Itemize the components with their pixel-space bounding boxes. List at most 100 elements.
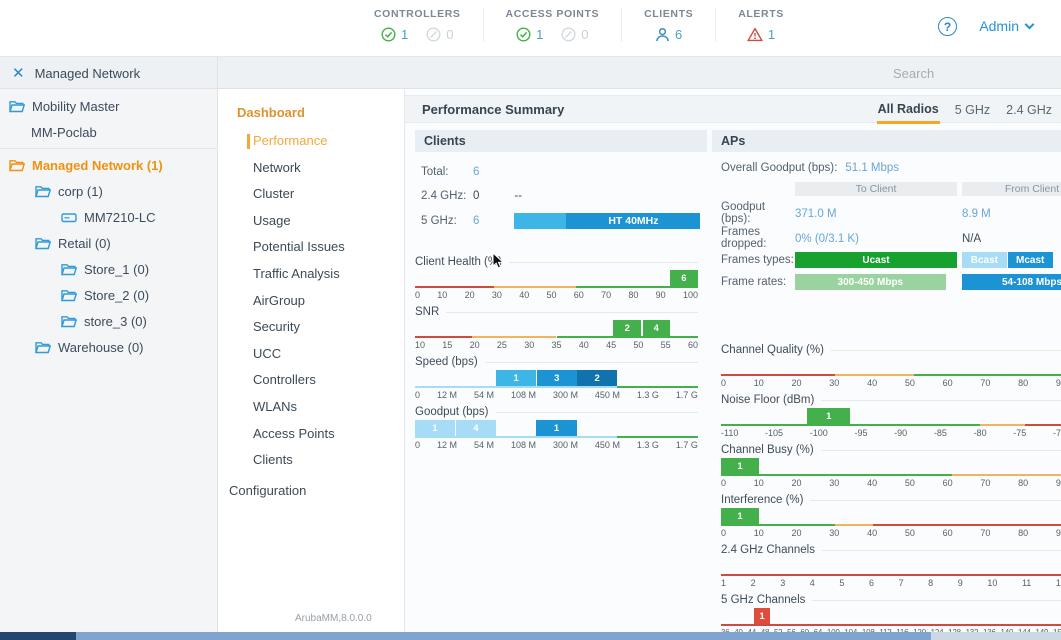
nav-item-controllers[interactable]: Controllers [218,367,404,394]
chart-title: Client Health (%) [415,256,502,268]
chart-tick-labels: -110-105-100-95-90-85-80-75-70 [721,428,1061,438]
nav-item-airgroup[interactable]: AirGroup [218,288,404,315]
sidebar-item-mm-poclab[interactable]: MM-Poclab [0,119,217,145]
bar-segment: 54-108 Mbps [962,274,1061,290]
nav-item-clients[interactable]: Clients [218,447,404,474]
chart-bar: 1 [721,508,759,524]
bar-segment: 300-450 Mbps [795,274,946,290]
nav-item-ucc[interactable]: UCC [218,341,404,368]
tab-all-radios[interactable]: All Radios [877,97,940,124]
nav-item-cluster[interactable]: Cluster [218,181,404,208]
tick-label: 100 [683,290,698,300]
total-value: 6 [473,166,479,178]
bar-segment: Bcast [962,252,1007,268]
aps-cell-bars: BcastMcast [962,252,1061,268]
nav-item-traffic-analysis[interactable]: Traffic Analysis [218,261,404,288]
sidebar-item-managed-network-1-[interactable]: Managed Network (1) [0,152,217,178]
clients-5ghz-row: 5 GHz: 6 HT 40MHz [415,208,707,234]
stat-item[interactable]: 1 [747,27,775,42]
stat-label: CONTROLLERS [374,8,461,20]
tab-2-4-ghz[interactable]: 2.4 GHz [1005,98,1053,122]
down-circle-icon [561,27,576,42]
chart-bar: 1 [754,608,771,624]
chart-title-rule [821,450,1061,451]
stat-item[interactable]: 1 [516,27,543,42]
nav-item-security[interactable]: Security [218,314,404,341]
tick-label: -105 [765,428,783,438]
tick-label: 10 [415,340,425,350]
stat-group-access-points[interactable]: ACCESS POINTS10 [483,8,622,42]
chart-title-rule [831,350,1061,351]
chart-plot: 1 [721,408,1061,424]
stat-group-controllers[interactable]: CONTROLLERS 1 0 [352,8,483,42]
clients-total-row: Total: 6 [415,160,707,184]
stat-item[interactable]: 6 [655,27,682,42]
tick-label: 54 M [474,440,494,450]
chart-bar: 6 [670,270,698,286]
sidebar-item-mobility-master[interactable]: Mobility Master [0,93,217,119]
stat-value: 1 [536,27,543,42]
stat-values: 1 [738,27,784,42]
chart-plot [721,558,1061,574]
close-icon[interactable]: ✕ [12,64,25,82]
bar-segment: Mcast [1008,252,1053,268]
aps-cell: BcastMcast [962,252,1061,268]
nav-item-access-points[interactable]: Access Points [218,421,404,448]
chart-tick-labels: 123456789101112 [721,578,1061,588]
search-input[interactable] [893,66,1061,81]
chart-title-rule [446,312,698,313]
sidebar-item-label: Mobility Master [32,99,119,114]
nav-item-potential-issues[interactable]: Potential Issues [218,234,404,261]
help-button[interactable]: ? [938,17,957,36]
sidebar-item-warehouse-0-[interactable]: Warehouse (0) [0,334,217,360]
chart-title-row: Client Health (%) [415,255,698,269]
nav-section-dashboard[interactable]: Dashboard [237,105,404,120]
chart-title-row: Speed (bps) [415,355,698,369]
tab-5-ghz[interactable]: 5 GHz [954,98,991,122]
axis-segment [721,524,835,526]
sidebar-item-label: MM7210-LC [84,210,156,225]
sidebar-item-mm7210-lc[interactable]: MM7210-LC [0,204,217,230]
sidebar-item-store-1-0-[interactable]: Store_1 (0) [0,256,217,282]
chart-2-4-ghz-channels: 2.4 GHz Channels123456789101112 [721,543,1061,588]
nav-item-configuration[interactable]: Configuration [229,478,404,504]
tick-label: -75 [1013,428,1026,438]
tick-label: 90 [1056,528,1061,538]
nav-item-wlans[interactable]: WLANs [218,394,404,421]
nav-item-performance[interactable]: Performance [218,128,404,155]
tick-label: 1.7 G [676,440,698,450]
stat-group-clients[interactable]: CLIENTS6 [621,8,715,42]
stat-item[interactable]: 1 [381,27,408,42]
chart-bar: 2 [577,370,617,386]
stat-item[interactable]: 0 [426,27,453,42]
chart-title-row: Channel Quality (%) [721,343,1061,357]
tick-label: -70 [1053,428,1061,438]
band-bar-segment: HT 40MHz [566,213,700,229]
scrollbar-thumb[interactable] [76,632,931,640]
chart-title: Goodput (bps) [415,406,489,418]
stat-group-alerts[interactable]: ALERTS1 [715,8,806,42]
tick-label: 20 [792,528,802,538]
chart-title: Channel Busy (%) [721,444,814,456]
sidebar-item-store-2-0-[interactable]: Store_2 (0) [0,282,217,308]
overall-goodput-label: Overall Goodput (bps): [721,162,837,174]
controller-icon [61,211,77,224]
chart-interference-: Interference (%)10102030405060708090 [721,493,1061,538]
sidebar-item-retail-0-[interactable]: Retail (0) [0,230,217,256]
tick-label: 90 [656,290,666,300]
tick-label: 40 [519,290,529,300]
chart-tick-labels: 012 M54 M108 M300 M450 M1.3 G1.7 G [415,440,698,450]
aps-cell-bars: 300-450 Mbps [795,274,957,290]
horizontal-scrollbar[interactable] [0,632,1061,640]
aps-overall-goodput: Overall Goodput (bps): 51.1 Mbps [712,152,1061,180]
tick-label: 70 [980,478,990,488]
admin-menu[interactable]: Admin [979,18,1033,34]
sidebar-item-corp-1-[interactable]: corp (1) [0,178,217,204]
nav-item-usage[interactable]: Usage [218,208,404,235]
chart-axis [721,424,1061,426]
stat-item[interactable]: 0 [561,27,588,42]
sidebar-item-store-3-0-[interactable]: store_3 (0) [0,308,217,334]
chart-speed-bps-: Speed (bps)132012 M54 M108 M300 M450 M1.… [415,355,698,400]
tick-label: 8 [928,578,933,588]
nav-item-network[interactable]: Network [218,155,404,182]
